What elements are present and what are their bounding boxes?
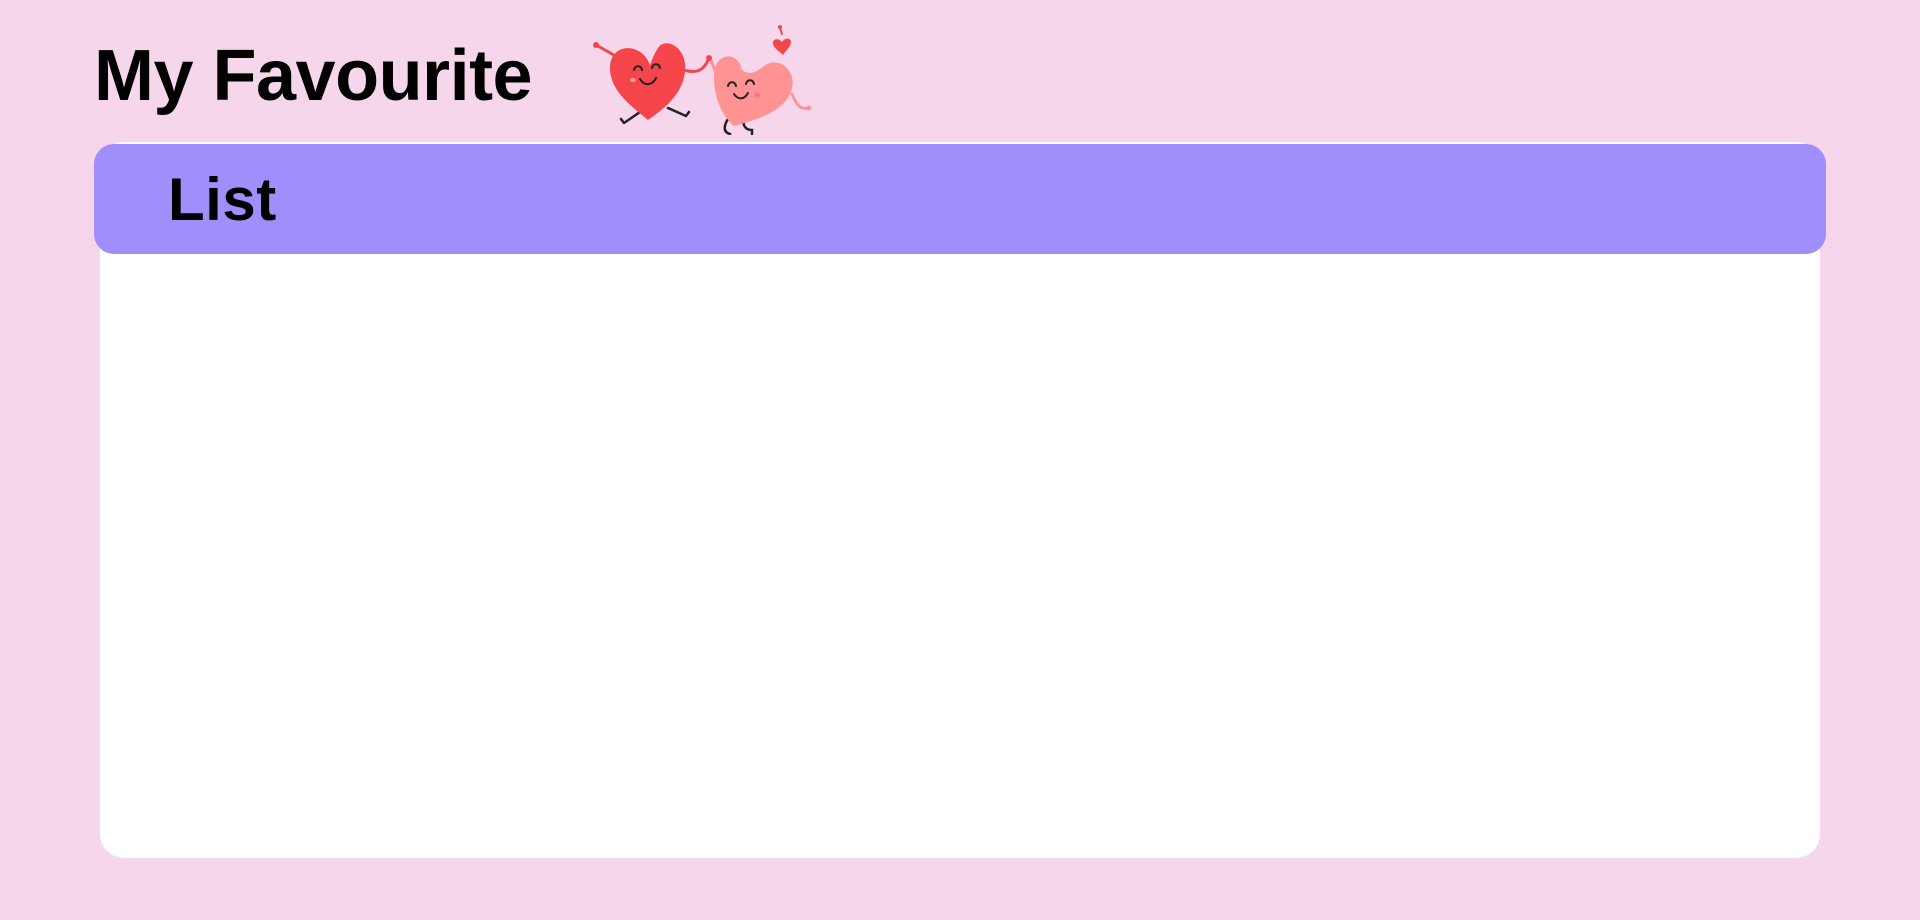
list-card: List — [94, 142, 1826, 858]
hearts-couple-icon — [593, 25, 812, 135]
page-header: My Favourite — [94, 20, 854, 135]
page-title: My Favourite — [94, 36, 533, 116]
list-card-title: List — [168, 166, 277, 233]
list-card-body — [100, 254, 1820, 858]
list-card-header: List — [94, 144, 1826, 254]
